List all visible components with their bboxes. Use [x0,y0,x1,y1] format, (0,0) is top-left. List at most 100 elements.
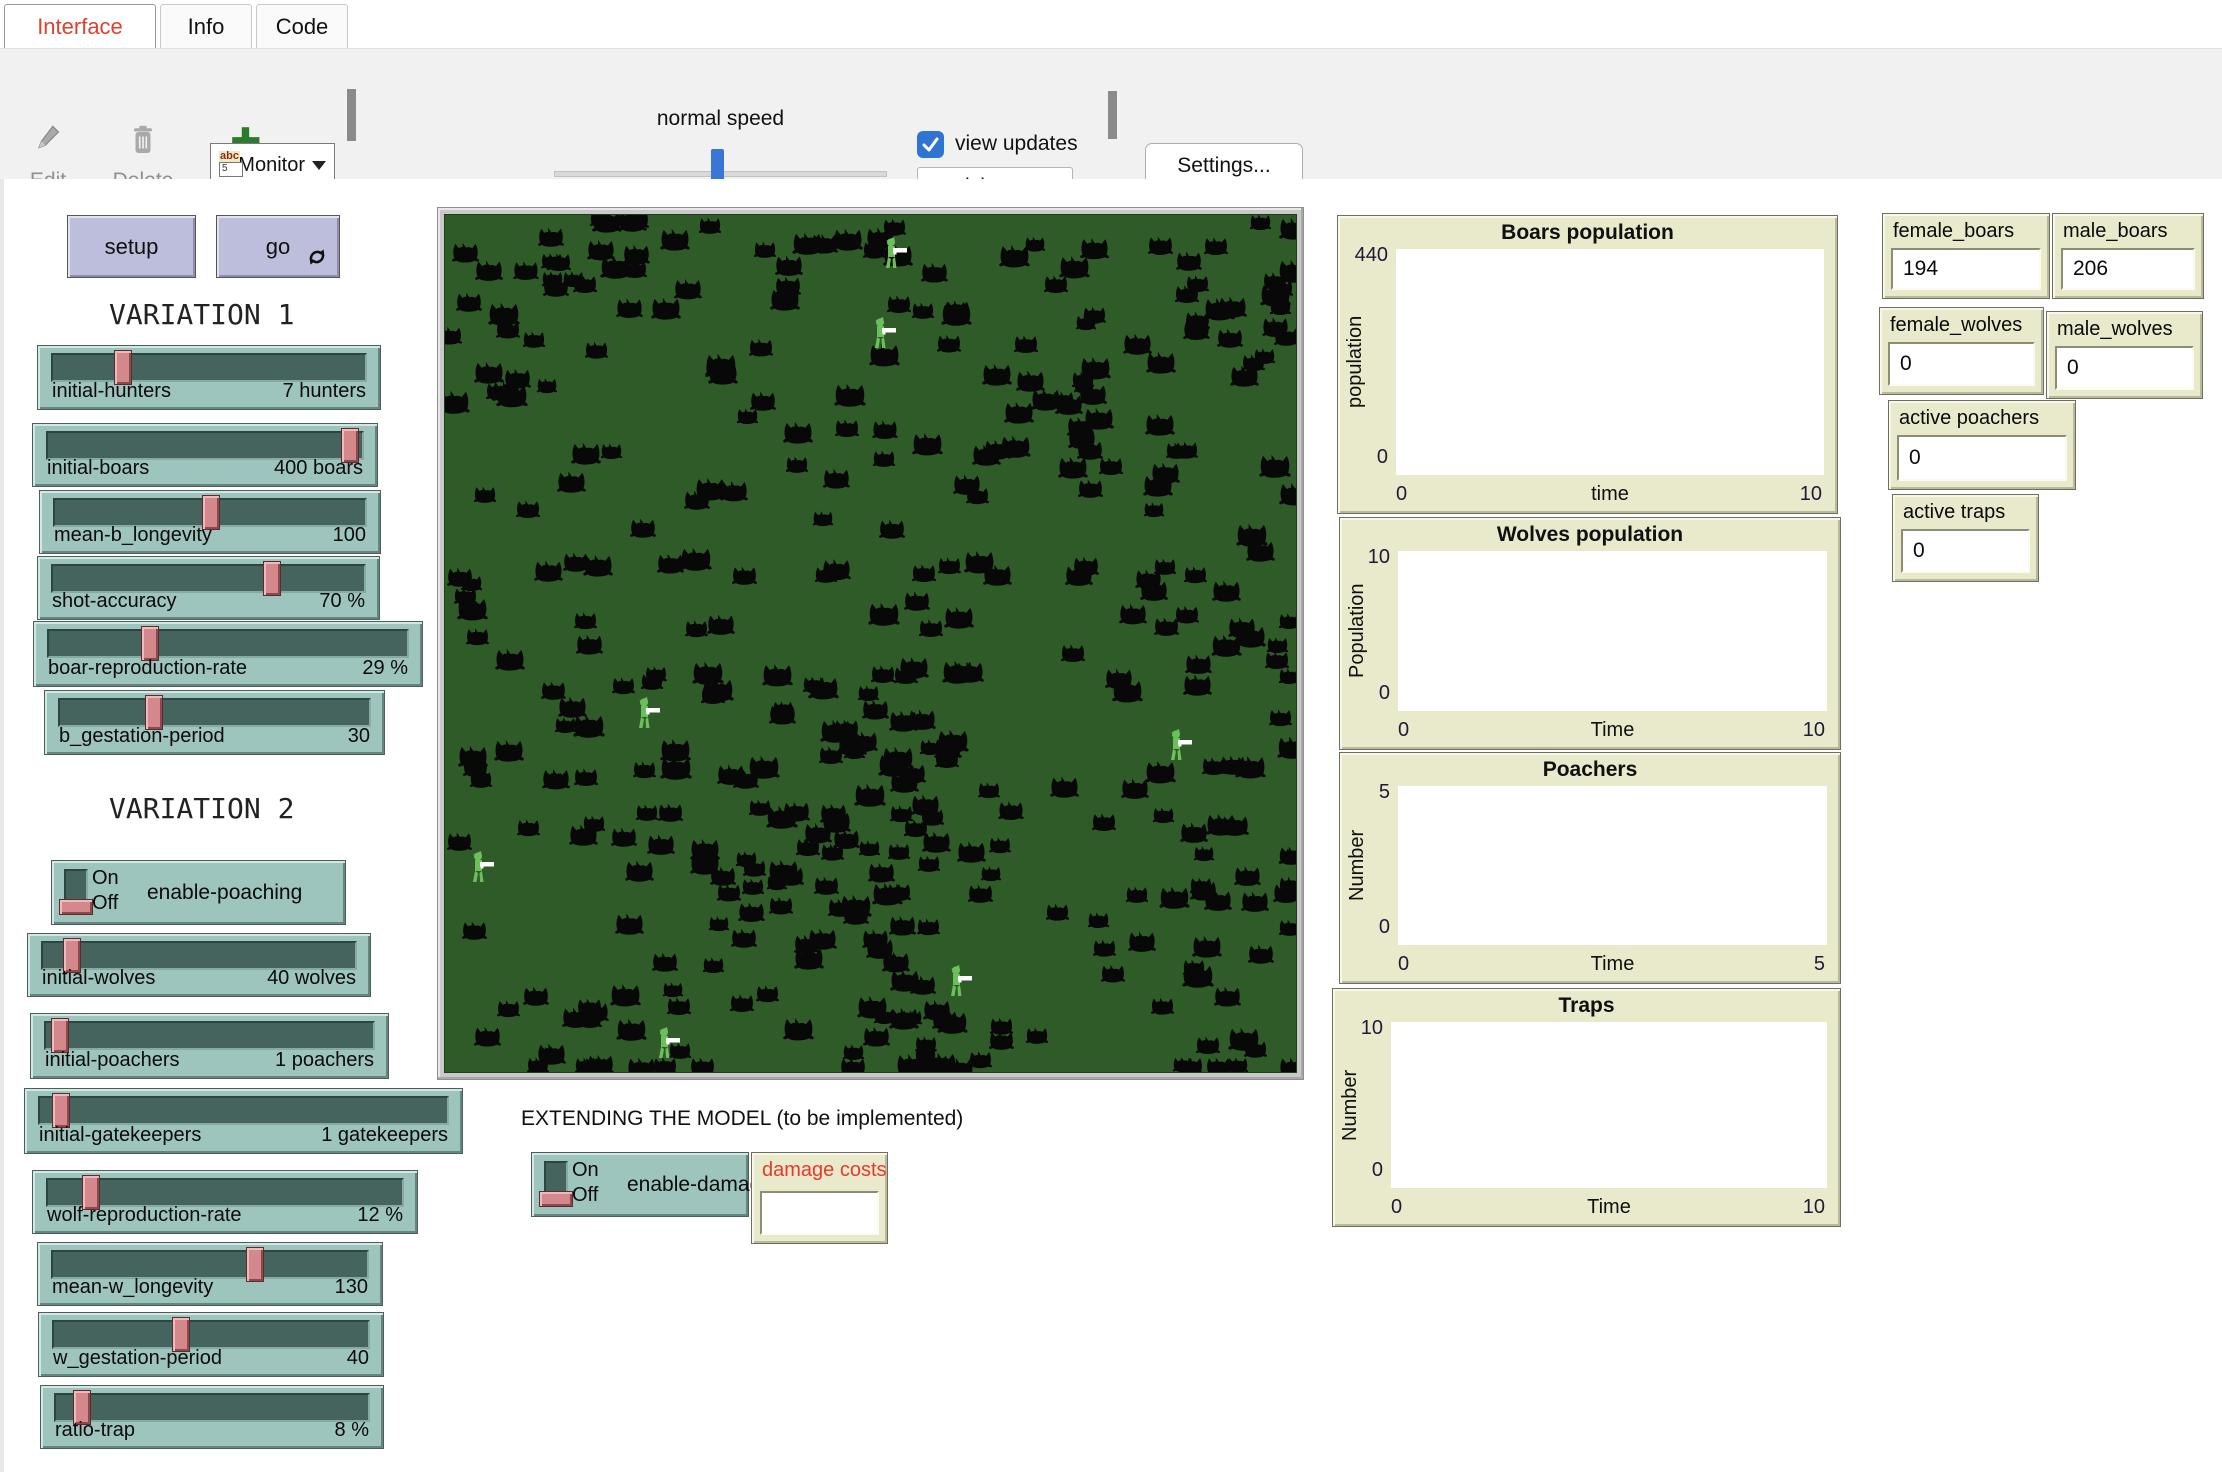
slider-boar-reproduction-rate[interactable]: boar-reproduction-rate29 % [33,621,423,687]
slider-name: ratio-trap [55,1419,135,1442]
boar-sprite [591,214,623,239]
slider-wolf-reproduction-rate[interactable]: wolf-reproduction-rate12 % [32,1170,418,1234]
boar-sprite [632,760,657,784]
boar-sprite [999,434,1032,464]
slider-value: 40 [347,1347,369,1370]
tab-info[interactable]: Info [160,4,252,48]
switch-enable-poaching[interactable]: OnOffenable-poaching [51,860,346,925]
slider-mean-w_longevity[interactable]: mean-w_longevity130 [37,1242,383,1306]
slider-value: 100 [333,524,366,547]
slider-thumb[interactable] [141,626,159,661]
slider-name: initial-poachers [45,1049,180,1072]
slider-shot-accuracy[interactable]: shot-accuracy 70 % [37,556,380,620]
boar-sprite [1181,963,1215,994]
tab-interface[interactable]: Interface [4,4,156,48]
setup-button[interactable]: setup [67,215,196,278]
slider-track[interactable] [52,1320,370,1349]
boar-sprite [943,605,975,635]
switch-off-label: Off [572,1183,599,1208]
boar-sprite [872,449,896,473]
slider-track[interactable] [51,564,366,593]
slider-thumb[interactable] [51,1018,69,1053]
monitor-label: damage costs [762,1159,887,1182]
slider-track[interactable] [58,698,371,727]
slider-track[interactable] [44,1021,375,1050]
slider-name: b_gestation-period [59,725,225,748]
boar-sprite [708,915,730,937]
boar-sprite [495,319,521,345]
netlogo-window: InterfaceInfoCode Edit Delete Add abc5 M… [0,0,2222,1472]
plot-title: Wolves population [1340,523,1840,547]
slider-initial-boars[interactable]: initial-boars400 boars [32,423,378,487]
slider-track[interactable] [53,498,367,527]
slider-labels: boar-reproduction-rate29 % [48,657,408,680]
boar-sprite [1247,943,1275,970]
slider-mean-b_longevity[interactable]: mean-b_longevity100 [39,490,381,554]
slider-track[interactable] [51,353,367,382]
tab-code[interactable]: Code [256,4,348,48]
slider-initial-wolves[interactable]: initial-wolves40 wolves [27,933,371,997]
boar-sprite [911,563,937,588]
boar-sprite [541,767,571,796]
boar-sprite [909,974,937,1001]
slider-initial-hunters[interactable]: initial-hunters7 hunters [37,345,381,410]
slider-name: initial-gatekeepers [39,1124,201,1147]
boar-sprite [920,261,949,289]
boar-sprite [1120,777,1150,805]
view-updates-checkbox[interactable] [917,131,944,158]
boar-sprite [916,917,941,941]
boar-sprite [577,1009,603,1034]
switch-thumb[interactable] [59,899,93,915]
boar-sprite [1203,236,1229,261]
boar-sprite [1030,387,1062,417]
slider-value: 70 % [319,590,365,613]
slider-w_gestation-period[interactable]: w_gestation-period40 [38,1312,384,1377]
monitor-active-traps: active traps0 [1892,494,2039,582]
boar-sprite [943,1056,975,1073]
boar-sprite [1134,568,1163,595]
variation1-heading: VARIATION 1 [109,298,294,331]
boar-sprite [473,1025,502,1053]
boar-sprite [1125,885,1149,909]
slider-track[interactable] [54,1393,370,1422]
boar-sprite [583,1056,608,1073]
boar-sprite [919,738,942,761]
slider-initial-gatekeepers[interactable]: initial-gatekeepers1 gatekeepers [24,1088,463,1154]
slider-track[interactable] [51,1250,369,1279]
boar-sprite [635,803,659,827]
slider-track[interactable] [47,629,409,658]
slider-thumb[interactable] [52,1093,70,1128]
slider-labels: initial-poachers1 poachers [45,1049,374,1072]
world-view[interactable] [437,207,1304,1080]
slider-name: wolf-reproduction-rate [47,1204,242,1227]
slider-labels: wolf-reproduction-rate12 % [47,1204,403,1227]
slider-ratio-trap[interactable]: ratio-trap8 % [40,1385,384,1449]
slider-name: shot-accuracy [52,590,177,613]
boar-sprite [623,214,650,235]
monitor-label: male_boars [2063,220,2168,243]
boar-sprite [1191,934,1223,964]
slider-track[interactable] [46,1178,404,1207]
slider-track[interactable] [46,431,364,460]
boar-sprite [772,700,794,722]
boar-sprite [943,299,971,326]
slider-track[interactable] [41,941,357,970]
setup-label: setup [105,234,159,260]
switch-thumb[interactable] [539,1191,573,1207]
boar-sprite [1189,879,1218,907]
boar-sprite [793,946,825,976]
switch-on-label: On [572,1158,599,1183]
boar-sprite [1066,415,1095,443]
boar-sprite [997,800,1025,826]
boar-sprite [1172,1056,1194,1073]
boar-sprite [1158,885,1191,915]
boar-sprite [888,1006,920,1036]
boar-sprite [1185,274,1210,298]
slider-value: 7 hunters [283,380,366,403]
boar-sprite [614,912,645,941]
slider-track[interactable] [38,1096,449,1125]
slider-initial-poachers[interactable]: initial-poachers1 poachers [30,1013,389,1079]
slider-b_gestation-period[interactable]: b_gestation-period30 [44,690,385,755]
go-button[interactable]: go [216,215,340,278]
switch-enable-damage[interactable]: OnOffenable-damage [531,1152,749,1217]
